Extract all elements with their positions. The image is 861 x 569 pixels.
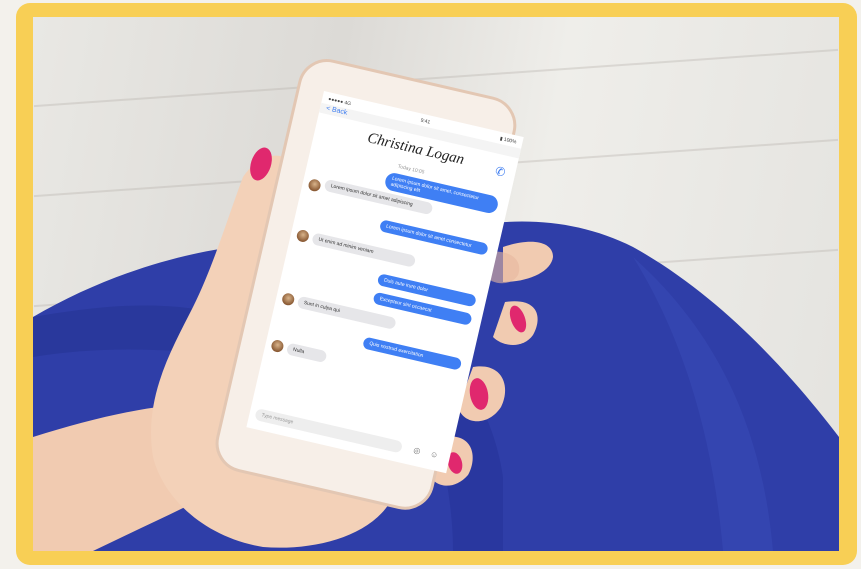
message-bubble: Quis nostrud exercitation [362,336,463,371]
message-bubble: Ut enim ad minim veniam [311,232,417,268]
photo: ●●●●● 4G 9:41 ▮ 100% < Back Christina Lo… [33,17,839,551]
avatar [270,338,285,354]
avatar [295,228,311,244]
microphone-icon[interactable]: ◎ [413,445,422,455]
emoji-icon[interactable]: ☺ [429,449,439,460]
message-bubble: Nulla [285,342,328,364]
avatar [307,178,322,193]
avatar [281,292,296,307]
